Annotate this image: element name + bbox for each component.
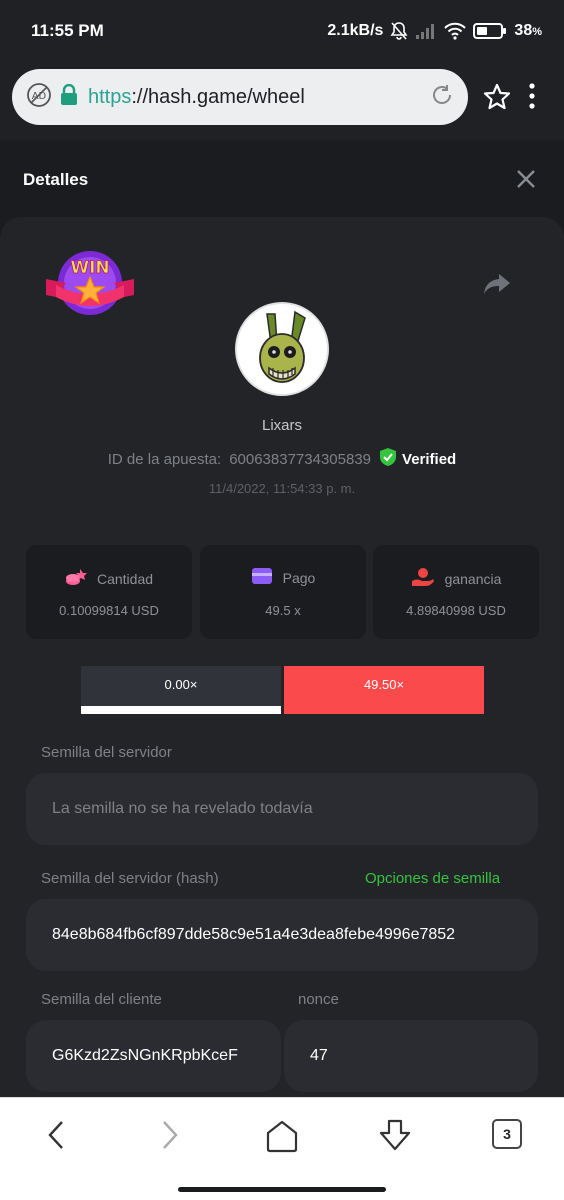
network-speed: 2.1kB/s xyxy=(327,22,384,39)
battery-icon xyxy=(473,22,507,40)
verified-label: Verified xyxy=(402,450,457,468)
client-seed-value: G6Kzd2ZsNGnKRpbKceF xyxy=(52,1047,238,1064)
page-title: Detalles xyxy=(23,170,89,189)
bet-id-row: ID de la apuesta: 60063837734305839 Veri… xyxy=(0,447,564,471)
stat-value: 49.5 x xyxy=(265,603,301,618)
stat-label: ganancia xyxy=(444,570,502,587)
server-seed-label: Semilla del servidor xyxy=(41,744,172,761)
wallet-icon xyxy=(251,567,273,588)
status-time: 11:55 PM xyxy=(31,21,104,40)
bet-timestamp: 11/4/2022, 11:54:33 p. m. xyxy=(208,481,356,496)
details-header: Detalles xyxy=(0,140,564,218)
verified-badge: Verified xyxy=(379,447,456,471)
reload-icon[interactable] xyxy=(430,83,454,112)
back-icon[interactable] xyxy=(44,1119,68,1156)
share-icon[interactable] xyxy=(483,272,511,301)
svg-text:WIN: WIN xyxy=(70,258,109,278)
stat-amount: Cantidad 0.10099814 USD xyxy=(26,545,192,639)
multiplier-low: 0.00× xyxy=(81,666,281,714)
stat-label: Pago xyxy=(282,569,316,586)
avatar xyxy=(235,302,329,396)
lock-icon xyxy=(60,83,78,111)
signal-icon xyxy=(415,23,437,39)
server-seed-field[interactable]: La semilla no se ha revelado todavía xyxy=(26,773,538,845)
status-icons: 2.1kB/s 38% xyxy=(327,21,542,41)
stat-label: Cantidad xyxy=(96,570,154,587)
adblock-icon[interactable]: AD xyxy=(26,82,52,113)
tabs-icon[interactable]: 3 xyxy=(492,1119,522,1149)
win-badge: WIN xyxy=(44,247,136,326)
multiplier-low-label: 0.00× xyxy=(164,677,198,692)
multiplier-high-label: 49.50× xyxy=(363,677,405,692)
browser-bottom-nav: 3 xyxy=(0,1097,564,1200)
close-icon[interactable] xyxy=(516,169,536,194)
mute-bell-icon xyxy=(390,21,408,41)
download-icon[interactable] xyxy=(377,1119,413,1158)
coins-icon xyxy=(65,567,87,590)
server-hash-label: Semilla del servidor (hash) xyxy=(41,870,219,887)
multiplier-indicator xyxy=(81,706,281,714)
server-hash-value: 84e8b684fb6cf897dde58c9e51a4e3dea8febe49… xyxy=(52,926,456,943)
stat-value: 4.89840998 USD xyxy=(406,603,506,618)
stat-payout: Pago 49.5 x xyxy=(200,545,366,639)
home-icon[interactable] xyxy=(265,1119,299,1158)
money-hand-icon xyxy=(411,567,435,590)
nonce-value: 47 xyxy=(310,1047,328,1064)
stat-value: 0.10099814 USD xyxy=(59,603,159,618)
server-seed-value: La semilla no se ha revelado todavía xyxy=(52,800,313,817)
forward-icon[interactable] xyxy=(158,1119,182,1156)
browser-toolbar: AD https://hash.game/wheel xyxy=(0,62,564,140)
status-bar: 11:55 PM 2.1kB/s 38% xyxy=(0,0,564,62)
shield-check-icon xyxy=(379,447,397,471)
address-bar[interactable]: AD https://hash.game/wheel xyxy=(12,69,468,125)
url-text[interactable]: https://hash.game/wheel xyxy=(88,86,305,109)
stat-profit: ganancia 4.89840998 USD xyxy=(373,545,539,639)
client-seed-label: Semilla del cliente xyxy=(41,991,162,1008)
wifi-icon xyxy=(444,22,467,40)
server-hash-field[interactable]: 84e8b684fb6cf897dde58c9e51a4e3dea8febe49… xyxy=(26,899,538,971)
star-icon[interactable] xyxy=(483,83,511,116)
battery-level: 38% xyxy=(514,22,542,39)
seed-options-link[interactable]: Opciones de semilla xyxy=(365,870,500,887)
home-indicator xyxy=(178,1187,386,1192)
overflow-menu-icon[interactable] xyxy=(528,83,536,114)
nonce-label: nonce xyxy=(298,991,339,1008)
multiplier-high: 49.50× xyxy=(284,666,484,714)
username: Lixars xyxy=(261,417,302,434)
nonce-field[interactable]: 47 xyxy=(284,1020,538,1092)
bet-id-label: ID de la apuesta: xyxy=(107,450,222,468)
bet-details-card: WIN Lixars ID de la apuesta: 60063837734… xyxy=(0,217,564,1097)
client-seed-field[interactable]: G6Kzd2ZsNGnKRpbKceF xyxy=(26,1020,281,1092)
bet-id-value: 60063837734305839 xyxy=(229,450,372,468)
